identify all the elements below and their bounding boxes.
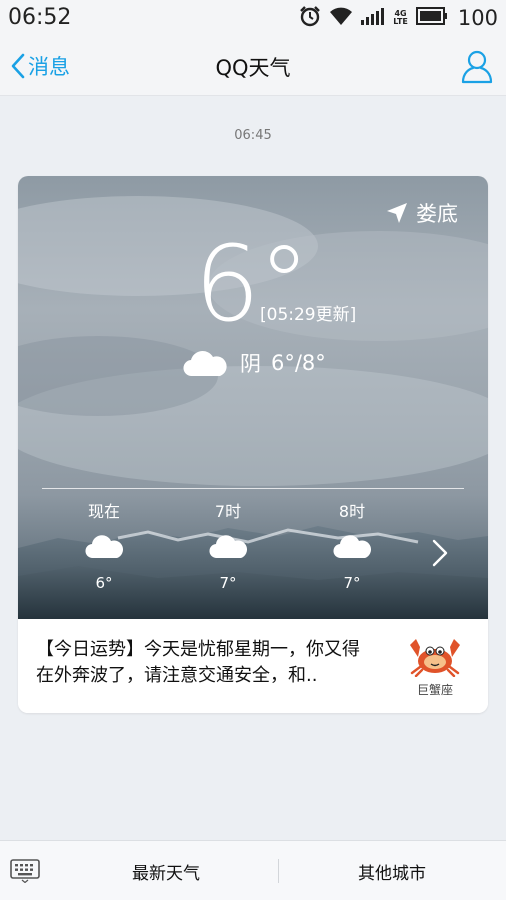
wifi-icon bbox=[329, 6, 353, 30]
status-bar: 06:52 4G LTE 100 bbox=[0, 0, 506, 36]
profile-button[interactable] bbox=[460, 48, 494, 84]
nav-bar: 消息 QQ天气 bbox=[0, 36, 506, 96]
bottom-bar: 最新天气 其他城市 bbox=[0, 840, 506, 900]
hourly-item: 现在 6° bbox=[59, 498, 149, 592]
hour-temp: 7° bbox=[343, 574, 361, 592]
keyboard-icon[interactable] bbox=[10, 859, 40, 883]
update-time: [05:29更新] bbox=[260, 305, 357, 325]
network-sub-label: LTE bbox=[393, 17, 408, 26]
weather-panel: 娄底 6° [05:29更新] 阴 6°/8° 现在 6° 7时 7° 8时 7… bbox=[18, 176, 488, 619]
battery-level: 100 bbox=[457, 6, 498, 30]
tab-divider bbox=[278, 859, 279, 883]
tab-other-cities[interactable]: 其他城市 bbox=[280, 841, 504, 900]
battery-icon bbox=[415, 7, 448, 29]
hour-label: 8时 bbox=[338, 502, 366, 521]
hour-label: 现在 bbox=[87, 502, 120, 521]
network-type: 4G LTE bbox=[393, 10, 408, 26]
crab-icon bbox=[410, 639, 460, 678]
location-arrow-icon bbox=[387, 203, 407, 223]
condition-row: 阴 6°/8° bbox=[182, 348, 326, 378]
zodiac-badge: 巨蟹座 bbox=[404, 631, 466, 698]
location-name: 娄底 bbox=[416, 202, 458, 226]
weather-card[interactable]: 娄底 6° [05:29更新] 阴 6°/8° 现在 6° 7时 7° 8时 7… bbox=[18, 176, 488, 713]
cloud-icon bbox=[333, 535, 372, 559]
location: 娄底 bbox=[386, 198, 458, 228]
alarm-icon bbox=[299, 5, 321, 31]
cloud-icon bbox=[183, 351, 227, 377]
divider bbox=[42, 488, 464, 489]
status-icons: 4G LTE 100 bbox=[299, 5, 498, 31]
fortune-text: 【今日运势】今天是忧郁星期一，你又得在外奔波了，请注意交通安全，和.. bbox=[36, 639, 360, 686]
signal-icon bbox=[361, 7, 385, 29]
tab-latest-weather[interactable]: 最新天气 bbox=[54, 841, 278, 900]
hour-temp: 6° bbox=[95, 574, 113, 592]
zodiac-label: 巨蟹座 bbox=[416, 683, 453, 697]
cloud-icon bbox=[85, 535, 124, 559]
condition-text: 阴 bbox=[240, 352, 261, 376]
chevron-right-icon[interactable] bbox=[430, 538, 450, 568]
hourly-item: 7时 7° bbox=[183, 498, 273, 592]
person-icon bbox=[461, 50, 493, 84]
page-title: QQ天气 bbox=[215, 56, 291, 80]
cloud-icon bbox=[209, 535, 248, 559]
message-time: 06:45 bbox=[234, 128, 272, 143]
fortune-section[interactable]: 【今日运势】今天是忧郁星期一，你又得在外奔波了，请注意交通安全，和.. 巨蟹座 bbox=[18, 619, 488, 713]
status-time: 06:52 bbox=[8, 5, 72, 30]
hour-label: 7时 bbox=[214, 502, 242, 521]
hour-temp: 7° bbox=[219, 574, 237, 592]
hourly-item: 8时 7° bbox=[307, 498, 397, 592]
temperature-range: 6°/8° bbox=[271, 351, 326, 375]
